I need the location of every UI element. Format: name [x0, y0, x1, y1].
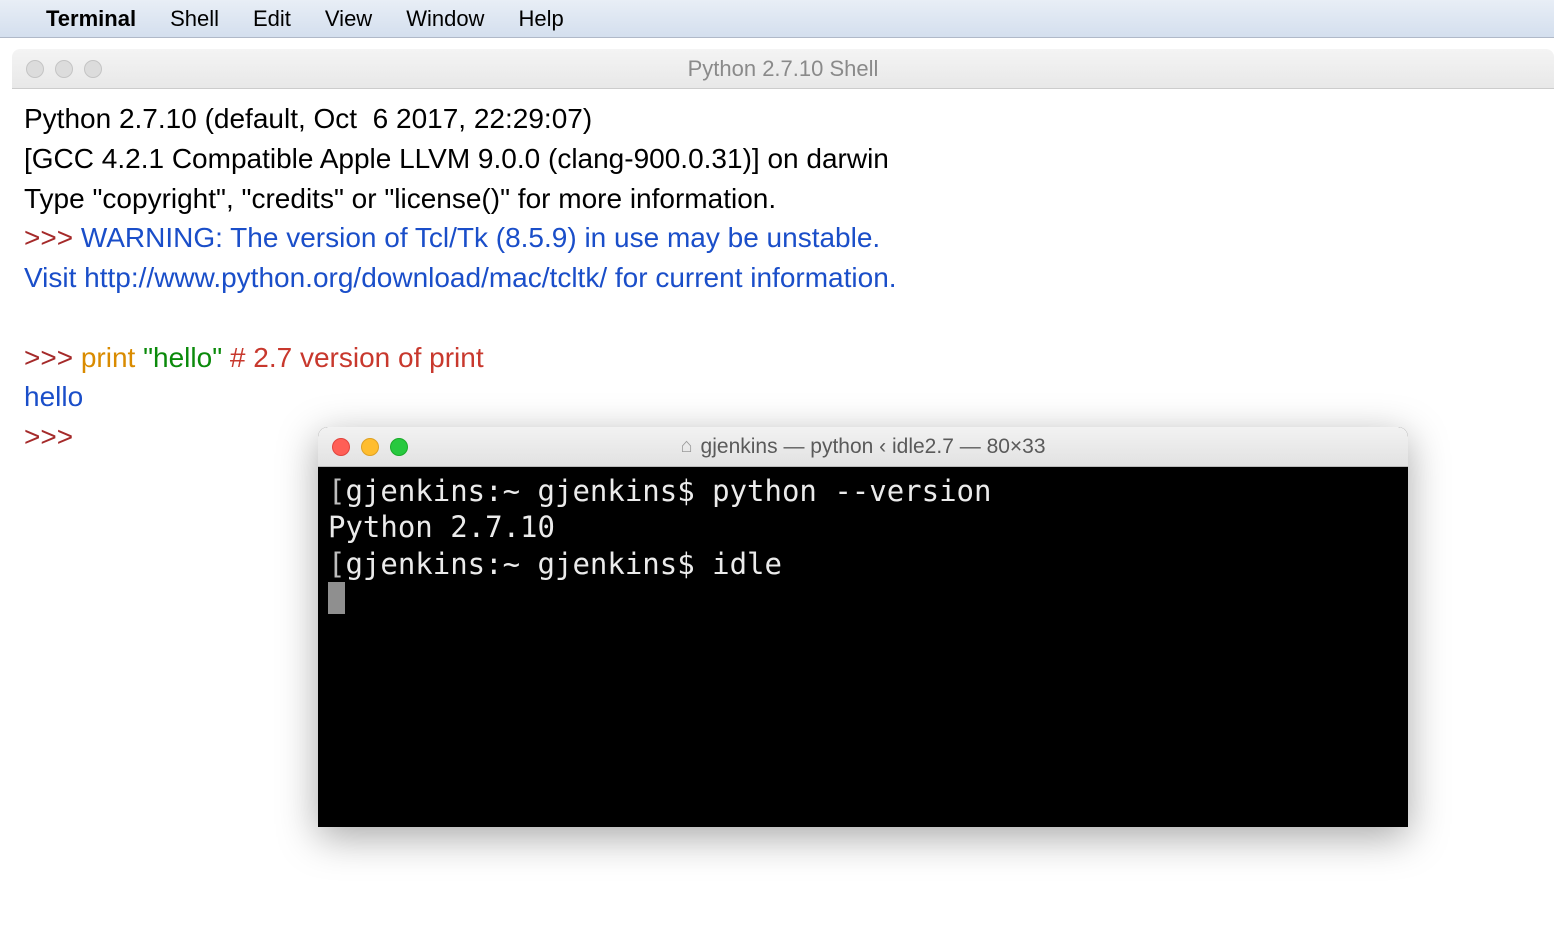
terminal-window: ⌂ gjenkins — python ‹ idle2.7 — 80×33 [g…	[318, 427, 1408, 827]
terminal-titlebar[interactable]: ⌂ gjenkins — python ‹ idle2.7 — 80×33	[318, 427, 1408, 467]
terminal-title-size: 80×33	[987, 435, 1046, 458]
terminal-title-process: python ‹ idle2.7	[810, 435, 954, 458]
idle-window-title: Python 2.7.10 Shell	[12, 56, 1554, 82]
zoom-icon[interactable]	[390, 438, 408, 456]
terminal-traffic-lights	[318, 438, 408, 456]
terminal-prompt: gjenkins:~ gjenkins$	[345, 474, 712, 508]
zoom-icon[interactable]	[84, 60, 102, 78]
idle-window: Python 2.7.10 Shell Python 2.7.10 (defau…	[12, 49, 1554, 467]
terminal-shell-content[interactable]: [gjenkins:~ gjenkins$ python --version P…	[318, 467, 1408, 827]
idle-prompt: >>>	[24, 222, 81, 253]
idle-output: hello	[24, 381, 83, 412]
menubar-item-view[interactable]: View	[325, 6, 372, 32]
idle-print-string: "hello"	[143, 342, 222, 373]
idle-prompt: >>>	[24, 421, 81, 452]
home-icon: ⌂	[680, 435, 692, 458]
idle-visit-link[interactable]: http://www.python.org/download/mac/tcltk…	[84, 262, 607, 293]
idle-traffic-lights	[12, 60, 102, 78]
terminal-title-user: gjenkins	[701, 435, 778, 458]
idle-banner-line1: Python 2.7.10 (default, Oct 6 2017, 22:2…	[24, 103, 600, 134]
close-icon[interactable]	[26, 60, 44, 78]
menubar-item-window[interactable]: Window	[406, 6, 484, 32]
terminal-output: Python 2.7.10	[328, 510, 555, 544]
terminal-command: python --version	[712, 474, 991, 508]
idle-warning-text: WARNING: The version of Tcl/Tk (8.5.9) i…	[81, 222, 880, 253]
close-icon[interactable]	[332, 438, 350, 456]
menubar-item-edit[interactable]: Edit	[253, 6, 291, 32]
minimize-icon[interactable]	[361, 438, 379, 456]
idle-shell-content[interactable]: Python 2.7.10 (default, Oct 6 2017, 22:2…	[12, 89, 1554, 467]
terminal-title-sep: —	[778, 435, 811, 458]
idle-print-keyword: print	[81, 342, 135, 373]
minimize-icon[interactable]	[55, 60, 73, 78]
terminal-title-sep: —	[954, 435, 987, 458]
idle-banner-line2: [GCC 4.2.1 Compatible Apple LLVM 9.0.0 (…	[24, 143, 889, 174]
menubar-app-name[interactable]: Terminal	[46, 6, 136, 32]
menubar-item-help[interactable]: Help	[518, 6, 563, 32]
terminal-bracket-icon: [	[328, 474, 345, 508]
idle-print-comment: # 2.7 version of print	[230, 342, 484, 373]
idle-visit-suffix: for current information.	[607, 262, 896, 293]
idle-visit-prefix: Visit	[24, 262, 84, 293]
idle-banner-line3: Type "copyright", "credits" or "license(…	[24, 183, 776, 214]
terminal-window-title: ⌂ gjenkins — python ‹ idle2.7 — 80×33	[318, 435, 1408, 459]
terminal-bracket-icon: [	[328, 547, 345, 581]
macos-menubar: Terminal Shell Edit View Window Help	[0, 0, 1554, 38]
idle-titlebar[interactable]: Python 2.7.10 Shell	[12, 49, 1554, 89]
menubar-item-shell[interactable]: Shell	[170, 6, 219, 32]
terminal-prompt: gjenkins:~ gjenkins$	[345, 547, 712, 581]
terminal-cursor	[328, 582, 345, 614]
terminal-command: idle	[712, 547, 782, 581]
idle-prompt: >>>	[24, 342, 81, 373]
